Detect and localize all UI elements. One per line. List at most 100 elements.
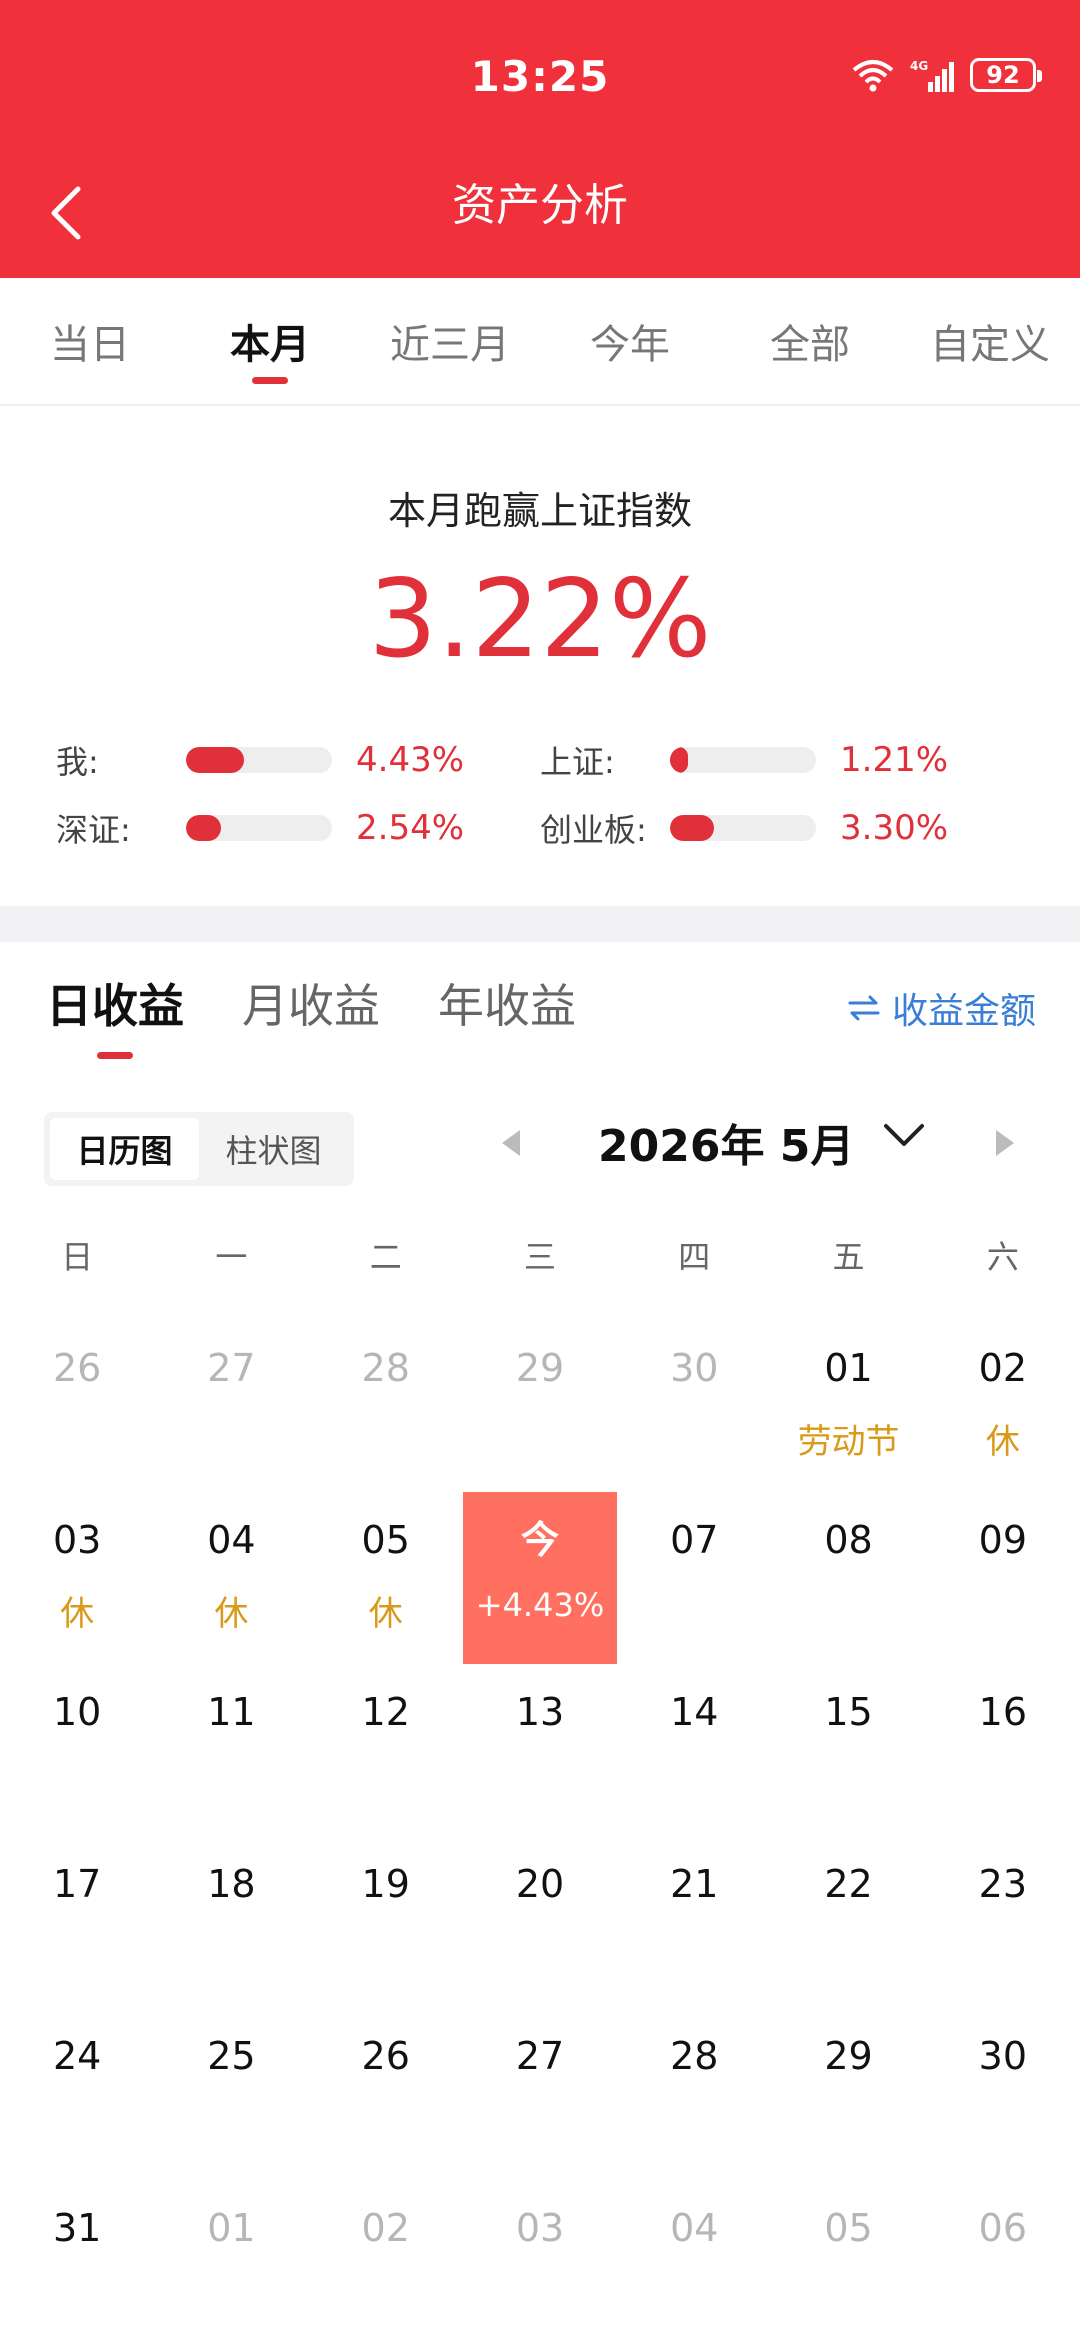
comparison-value: 3.30% [840, 808, 949, 848]
tab-today[interactable]: 当日 [0, 278, 180, 404]
calendar-day-note: 休 [368, 1594, 403, 1634]
month-label[interactable]: 2026年 5月 [598, 1110, 854, 1174]
calendar-day-note: 休 [985, 1422, 1020, 1462]
tab-custom[interactable]: 自定义 [900, 278, 1080, 404]
calendar-cell[interactable]: 29 [771, 2008, 925, 2180]
calendar-cell[interactable]: 29 [463, 1320, 617, 1492]
calendar-day-return: +4.43% [475, 1586, 605, 1624]
calendar-cell[interactable]: 06 [926, 2180, 1080, 2340]
comparison-bar [670, 815, 816, 841]
tab-daily-income[interactable]: 日收益 [46, 970, 184, 1059]
calendar-cell[interactable]: 28 [309, 1320, 463, 1492]
calendar-cell[interactable]: 27 [154, 1320, 308, 1492]
tab-monthly-income[interactable]: 月收益 [242, 970, 380, 1050]
calendar-cell[interactable]: 04 [617, 2180, 771, 2340]
section-divider [0, 906, 1080, 942]
calendar-day-number: 03 [515, 2206, 565, 2250]
income-amount-toggle[interactable]: 收益金额 [848, 982, 1036, 1034]
comparison-label: 创业板: [540, 811, 647, 849]
calendar-cell[interactable]: 30 [926, 2008, 1080, 2180]
calendar-cell[interactable]: 03 [463, 2180, 617, 2340]
tab-yearly-income[interactable]: 年收益 [438, 970, 576, 1050]
calendar-day-number: 01 [207, 2206, 256, 2250]
period-tabs: 当日 本月 近三月 今年 全部 自定义 [0, 278, 1080, 406]
calendar-cell[interactable]: 18 [154, 1836, 308, 2008]
prev-month-button[interactable] [498, 1128, 522, 1162]
weekday-wed: 三 [523, 1238, 556, 1276]
calendar-day-number: 31 [52, 2206, 102, 2250]
calendar-cell[interactable]: 14 [617, 1664, 771, 1836]
calendar-cell[interactable]: 26 [0, 1320, 154, 1492]
calendar-day-number: 14 [670, 1690, 719, 1734]
calendar-cell[interactable]: 22 [771, 1836, 925, 2008]
month-dropdown-button[interactable] [882, 1120, 926, 1154]
calendar-cell[interactable]: 08 [771, 1492, 925, 1664]
calendar-cell[interactable]: 28 [617, 2008, 771, 2180]
calendar-cell[interactable]: 20 [463, 1836, 617, 2008]
calendar-cell[interactable]: 13 [463, 1664, 617, 1836]
calendar-cell[interactable]: 01 [154, 2180, 308, 2340]
next-month-button[interactable] [994, 1128, 1018, 1162]
calendar-day-number: 29 [824, 2034, 873, 2078]
calendar-day-number: 03 [52, 1518, 102, 1562]
calendar-day-number: 02 [978, 1346, 1028, 1390]
comparison-value: 1.21% [840, 740, 949, 780]
calendar-day-number: 02 [361, 2206, 410, 2250]
tab-this-year[interactable]: 今年 [540, 278, 720, 404]
calendar-cell[interactable]: 26 [309, 2008, 463, 2180]
tab-this-month[interactable]: 本月 [180, 278, 360, 404]
comparison-bar-fill [186, 815, 222, 841]
calendar-day-number: 25 [207, 2034, 256, 2078]
calendar-cell[interactable]: 02 [309, 2180, 463, 2340]
calendar-day-number: 29 [515, 1346, 565, 1390]
calendar-day-number: 07 [670, 1518, 719, 1562]
summary-title: 本月跑赢上证指数 [387, 489, 692, 533]
summary-value: 3.22% [368, 557, 712, 682]
calendar-cell[interactable]: 19 [309, 1836, 463, 2008]
comparison-label: 深证: [56, 811, 131, 849]
calendar-day-note: 休 [60, 1594, 95, 1634]
comparison-bar-fill [670, 747, 688, 773]
calendar-cell[interactable]: 02 休 [926, 1320, 1080, 1492]
calendar-day-number: 27 [515, 2034, 565, 2078]
comparison-label: 上证: [540, 743, 615, 781]
calendar-cell[interactable]: 24 [0, 2008, 154, 2180]
calendar-day-number: 19 [361, 1862, 410, 1906]
calendar-cell[interactable]: 11 [154, 1664, 308, 1836]
calendar-cell[interactable]: 21 [617, 1836, 771, 2008]
calendar-cell[interactable]: 31 [0, 2180, 154, 2340]
app-header: 13:25 4G 92 资产分析 [0, 0, 1080, 278]
bar-chart-view-option[interactable]: 柱状图 [199, 1118, 348, 1180]
calendar-view-option[interactable]: 日历图 [50, 1118, 199, 1180]
calendar-day-number: 10 [52, 1690, 102, 1734]
calendar-cell[interactable]: 30 [617, 1320, 771, 1492]
calendar-cell[interactable]: 05 [771, 2180, 925, 2340]
calendar-day-number: 08 [824, 1518, 873, 1562]
calendar-cell[interactable]: 17 [0, 1836, 154, 2008]
calendar-cell[interactable]: 10 [0, 1664, 154, 1836]
tab-all[interactable]: 全部 [720, 278, 900, 404]
tab-three-months[interactable]: 近三月 [360, 278, 540, 404]
wifi-icon [852, 60, 894, 92]
calendar-day-number: 13 [515, 1690, 565, 1734]
status-icons: 4G 92 [850, 58, 1042, 92]
calendar-cell[interactable]: 12 [309, 1664, 463, 1836]
calendar-cell[interactable]: 05 休 [309, 1492, 463, 1664]
svg-text:4G: 4G [910, 59, 928, 73]
calendar-cell[interactable]: 15 [771, 1664, 925, 1836]
calendar-day-number: 27 [207, 1346, 256, 1390]
calendar-day-number: 28 [361, 1346, 410, 1390]
calendar-cell[interactable]: 16 [926, 1664, 1080, 1836]
calendar-cell[interactable]: 27 [463, 2008, 617, 2180]
calendar-cell[interactable]: 09 [926, 1492, 1080, 1664]
calendar-cell[interactable]: 04 休 [154, 1492, 308, 1664]
weekday-sat: 六 [986, 1238, 1019, 1276]
calendar-cell[interactable]: 07 [617, 1492, 771, 1664]
calendar-cell[interactable]: 03 休 [0, 1492, 154, 1664]
comparison-value: 4.43% [356, 740, 465, 780]
calendar-cell[interactable]: 25 [154, 2008, 308, 2180]
calendar-cell[interactable]: 23 [926, 1836, 1080, 2008]
calendar-cell[interactable]: 01 劳动节 [771, 1320, 925, 1492]
calendar-cell-today[interactable]: 今 +4.43% [462, 1492, 618, 1664]
calendar-grid: 26 27 28 29 30 01 劳动节 02 休 03 休 04 休 05 休今 +4.43% 07 08 09… [0, 1320, 1080, 2340]
